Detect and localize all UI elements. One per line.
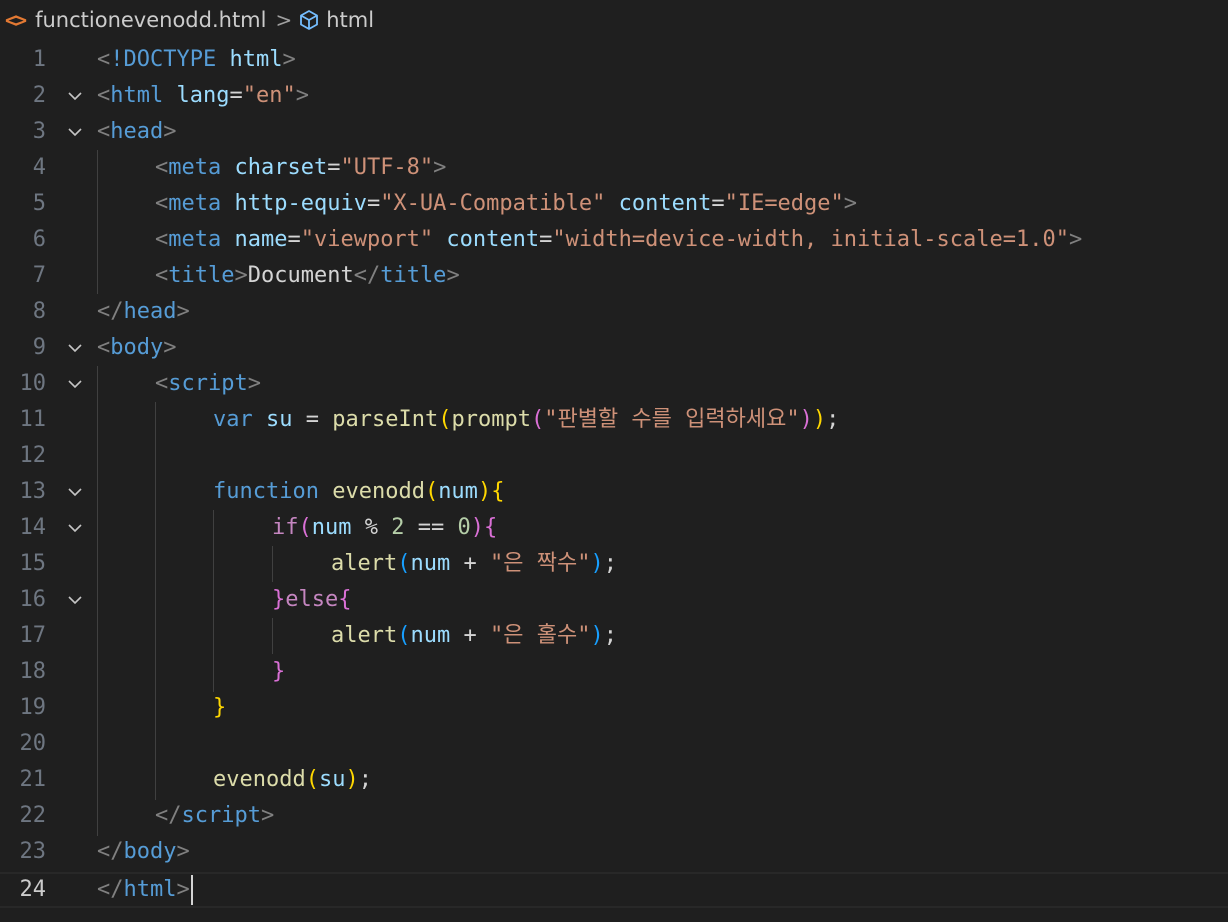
code-editor[interactable]: 1 <!DOCTYPE html> 2 <html lang="en"> 3 <…: [0, 42, 1228, 922]
code-text: </script>: [155, 803, 275, 828]
line-number: 3: [32, 119, 46, 144]
code-text: <meta name="viewport" content="width=dev…: [155, 227, 1083, 252]
code-line[interactable]: 21 evenodd(su);: [0, 762, 1228, 798]
chevron-down-icon[interactable]: [64, 330, 86, 366]
code-line[interactable]: 3 <head>: [0, 114, 1228, 150]
line-number: 20: [19, 731, 47, 756]
line-number: 19: [19, 695, 47, 720]
chevron-down-icon[interactable]: [64, 474, 86, 510]
line-number: 17: [19, 623, 47, 648]
code-text: }else{: [272, 587, 352, 612]
code-line[interactable]: 1 <!DOCTYPE html>: [0, 42, 1228, 78]
code-line[interactable]: 9 <body>: [0, 330, 1228, 366]
code-text: </html>: [97, 874, 193, 906]
line-number: 13: [19, 479, 47, 504]
line-number: 1: [32, 47, 46, 72]
code-text: <html lang="en">: [97, 83, 309, 108]
code-text: <body>: [97, 335, 177, 360]
code-line[interactable]: 20: [0, 726, 1228, 762]
code-text: </body>: [97, 839, 190, 864]
code-text: function evenodd(num){: [213, 479, 505, 504]
code-line[interactable]: 5 <meta http-equiv="X-UA-Compatible" con…: [0, 186, 1228, 222]
code-line[interactable]: 11 var su = parseInt(prompt("판별할 수를 입력하세…: [0, 402, 1228, 438]
breadcrumb-symbol[interactable]: html: [326, 8, 374, 32]
chevron-down-icon[interactable]: [64, 78, 86, 114]
line-number: 12: [19, 443, 47, 468]
code-text: if(num % 2 == 0){: [272, 515, 498, 540]
line-number: 18: [19, 659, 47, 684]
code-line-current[interactable]: 24 </html>: [0, 872, 1228, 908]
line-number: 6: [32, 227, 46, 252]
code-text: <head>: [97, 119, 177, 144]
code-line[interactable]: 10 <script>: [0, 366, 1228, 402]
line-number: 9: [32, 335, 46, 360]
code-line[interactable]: 22 </script>: [0, 798, 1228, 834]
code-line[interactable]: 15 alert(num + "은 짝수");: [0, 546, 1228, 582]
line-number: 10: [19, 371, 47, 396]
code-line[interactable]: 17 alert(num + "은 홀수");: [0, 618, 1228, 654]
code-text: var su = parseInt(prompt("판별할 수를 입력하세요")…: [213, 407, 840, 432]
code-text: alert(num + "은 짝수");: [331, 551, 617, 576]
code-line[interactable]: 7 <title>Document</title>: [0, 258, 1228, 294]
code-line[interactable]: 12: [0, 438, 1228, 474]
line-number: 22: [19, 803, 47, 828]
line-number: 23: [19, 839, 47, 864]
code-text: <script>: [155, 371, 261, 396]
code-text: <meta http-equiv="X-UA-Compatible" conte…: [155, 191, 858, 216]
code-line[interactable]: 23 </body>: [0, 834, 1228, 870]
text-cursor: [190, 875, 193, 905]
code-text: }: [272, 659, 286, 684]
line-number: 8: [32, 299, 46, 324]
code-text: <!DOCTYPE html>: [97, 47, 296, 72]
code-line[interactable]: 13 function evenodd(num){: [0, 474, 1228, 510]
html-file-icon: <>: [5, 8, 27, 32]
breadcrumb-file[interactable]: functionevenodd.html: [35, 8, 266, 32]
code-line[interactable]: 18 }: [0, 654, 1228, 690]
chevron-down-icon[interactable]: [64, 114, 86, 150]
code-text: <title>Document</title>: [155, 263, 460, 288]
chevron-down-icon[interactable]: [64, 510, 86, 546]
line-number: 16: [19, 587, 47, 612]
code-line[interactable]: 19 }: [0, 690, 1228, 726]
chevron-down-icon[interactable]: [64, 366, 86, 402]
line-number: 21: [19, 767, 47, 792]
code-text: alert(num + "은 홀수");: [331, 623, 617, 648]
line-number: 24: [19, 877, 47, 902]
symbol-cube-icon: [298, 9, 320, 31]
chevron-down-icon[interactable]: [64, 582, 86, 618]
code-line[interactable]: 4 <meta charset="UTF-8">: [0, 150, 1228, 186]
code-text: <meta charset="UTF-8">: [155, 155, 447, 180]
line-number: 14: [19, 515, 47, 540]
line-number: 15: [19, 551, 47, 576]
chevron-right-icon: >: [275, 8, 293, 32]
line-number: 4: [32, 155, 46, 180]
code-line[interactable]: 8 </head>: [0, 294, 1228, 330]
breadcrumb: <> functionevenodd.html > html: [0, 0, 1228, 40]
code-text: evenodd(su);: [213, 767, 372, 792]
code-text: </head>: [97, 299, 190, 324]
code-line[interactable]: 16 }else{: [0, 582, 1228, 618]
line-number: 11: [19, 407, 47, 432]
code-text: }: [213, 695, 227, 720]
code-line[interactable]: 6 <meta name="viewport" content="width=d…: [0, 222, 1228, 258]
line-number: 7: [32, 263, 46, 288]
code-line[interactable]: 14 if(num % 2 == 0){: [0, 510, 1228, 546]
code-line[interactable]: 2 <html lang="en">: [0, 78, 1228, 114]
line-number: 5: [32, 191, 46, 216]
line-number: 2: [32, 83, 46, 108]
